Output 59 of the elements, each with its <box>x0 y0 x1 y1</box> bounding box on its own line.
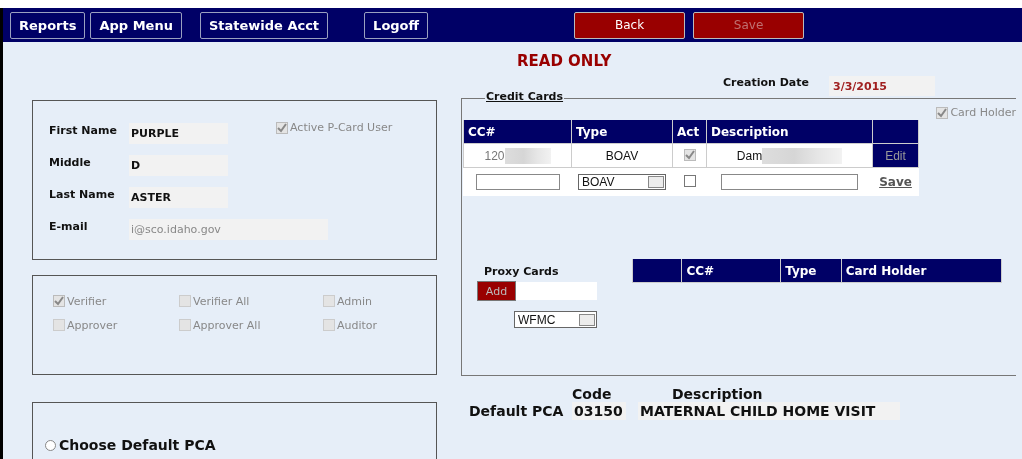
fieldset-legend: Credit Cards <box>485 90 565 103</box>
read-only-status: READ ONLY <box>517 52 612 70</box>
input-field[interactable] <box>721 174 858 190</box>
field-label: E-mail <box>49 219 89 233</box>
checkbox[interactable] <box>53 295 65 307</box>
column-header: CC# <box>463 120 572 144</box>
column-header <box>632 259 682 283</box>
column-header: Description <box>672 386 764 402</box>
text-field[interactable]: D <box>129 154 228 176</box>
checkbox[interactable] <box>936 106 949 119</box>
checkbox[interactable] <box>276 121 288 134</box>
type-dropdown[interactable]: WFMC <box>514 311 597 328</box>
checkbox-label: Verifier <box>67 294 107 308</box>
checkbox-label: Approver <box>67 318 118 332</box>
field-label: Default PCA <box>469 403 565 419</box>
checkbox-label: Auditor <box>337 318 378 332</box>
table-cell: Dam <box>736 148 763 163</box>
checkbox-label: Card Holder <box>950 106 1016 119</box>
checkbox[interactable] <box>53 319 65 331</box>
nav-button[interactable]: Logoff <box>364 11 429 39</box>
checkbox-label: Verifier All <box>193 294 250 308</box>
nav-button[interactable]: Statewide Acct <box>199 11 329 39</box>
save-link[interactable]: Save <box>879 175 912 189</box>
nav-button[interactable]: App Menu <box>90 11 182 39</box>
checkbox-label: Admin <box>337 294 373 308</box>
date-field[interactable]: 3/3/2015 <box>829 76 935 96</box>
checkbox[interactable] <box>323 319 335 331</box>
add-button[interactable]: Add <box>477 281 516 301</box>
checkbox[interactable] <box>179 319 191 331</box>
nav-button[interactable]: Back <box>574 11 686 39</box>
column-header: Type <box>780 259 842 283</box>
input-field[interactable] <box>475 174 560 190</box>
checkbox[interactable] <box>683 148 696 161</box>
radio-button[interactable] <box>45 439 56 451</box>
text-field[interactable]: PURPLE <box>129 122 228 144</box>
field-label: Last Name <box>49 187 116 201</box>
column-header: CC# <box>681 259 781 283</box>
nav-button[interactable]: Reports <box>10 11 86 39</box>
description-field: MATERNAL CHILD HOME VISIT <box>638 402 900 420</box>
checkbox[interactable] <box>323 295 335 307</box>
column-header: Card Holder <box>841 259 1002 283</box>
checkbox-label: Active P-Card User <box>290 121 393 134</box>
column-header: Description <box>706 120 873 144</box>
table-cell: 120 <box>484 148 505 163</box>
field-label: Creation Date <box>723 75 810 89</box>
radio-label: Choose Default PCA <box>59 437 216 453</box>
text-field[interactable]: ASTER <box>129 186 228 208</box>
checkbox[interactable] <box>683 174 696 187</box>
section-label: Proxy Cards <box>484 265 559 278</box>
field-label: Middle <box>49 155 92 169</box>
column-header: Code <box>572 386 613 402</box>
field-label: First Name <box>49 123 118 137</box>
type-dropdown[interactable]: BOAV <box>578 174 666 190</box>
column-header: Type <box>571 120 673 144</box>
checkbox-label: Approver All <box>193 318 261 332</box>
code-field: 03150 <box>572 402 626 420</box>
checkbox[interactable] <box>179 295 191 307</box>
column-header: Act <box>672 120 707 144</box>
table-cell: BOAV <box>605 148 639 163</box>
